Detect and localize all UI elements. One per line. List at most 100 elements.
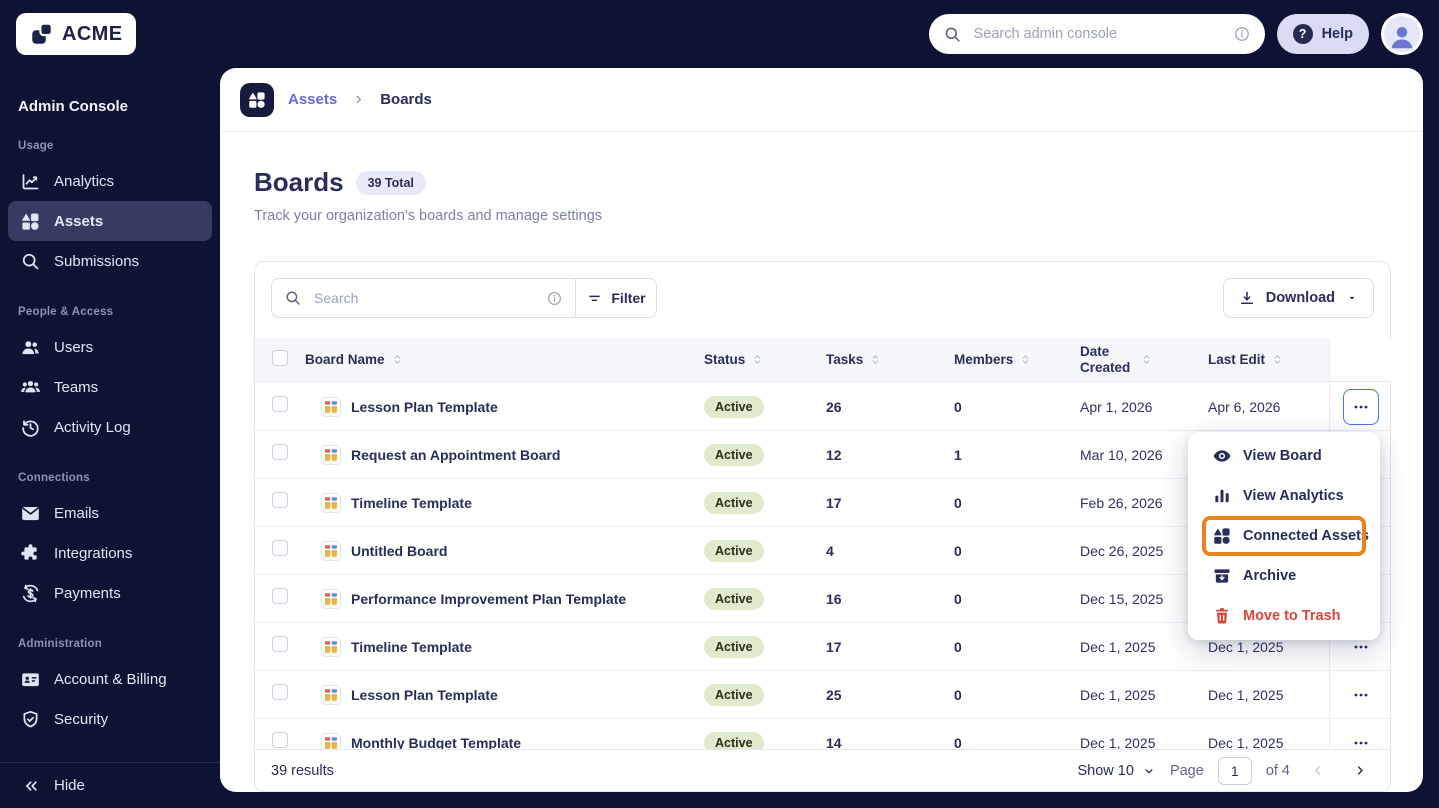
filter-label: Filter bbox=[611, 290, 646, 306]
sidebar-item-submissions[interactable]: Submissions bbox=[8, 241, 212, 281]
download-button[interactable]: Download bbox=[1222, 278, 1374, 318]
members-count: 1 bbox=[954, 446, 962, 463]
menu-item-move-to-trash[interactable]: Move to Trash bbox=[1188, 596, 1380, 636]
row-checkbox[interactable] bbox=[272, 540, 288, 556]
shield-icon bbox=[20, 709, 41, 730]
table-search-input[interactable] bbox=[312, 289, 536, 307]
previous-page-button[interactable] bbox=[1304, 757, 1332, 785]
users-icon bbox=[20, 337, 41, 358]
help-button[interactable]: ? Help bbox=[1276, 14, 1369, 54]
row-checkbox[interactable] bbox=[272, 588, 288, 604]
filter-button[interactable]: Filter bbox=[576, 279, 656, 317]
caret-down-icon bbox=[1345, 291, 1359, 305]
sidebar-item-label: Emails bbox=[54, 504, 100, 522]
tasks-count: 25 bbox=[826, 686, 842, 703]
row-checkbox[interactable] bbox=[272, 444, 288, 460]
board-name-link[interactable]: Request an Appointment Board bbox=[351, 447, 561, 463]
page-header: Boards 39 Total Track your organization'… bbox=[220, 132, 1423, 224]
menu-item-connected-assets[interactable]: Connected Assets bbox=[1188, 516, 1380, 556]
board-icon bbox=[321, 492, 341, 513]
sort-icon[interactable] bbox=[1271, 353, 1284, 366]
column-header-tasks: Tasks bbox=[826, 352, 954, 367]
row-checkbox[interactable] bbox=[272, 396, 288, 412]
menu-item-archive[interactable]: Archive bbox=[1188, 556, 1380, 596]
sidebar-item-label: Assets bbox=[54, 212, 104, 230]
sidebar-item-label: Security bbox=[54, 710, 109, 728]
breadcrumb-assets-link[interactable]: Assets bbox=[288, 91, 337, 108]
status-badge: Active bbox=[704, 491, 764, 514]
board-name-link[interactable]: Lesson Plan Template bbox=[351, 687, 498, 703]
acme-logo[interactable]: ACME bbox=[16, 13, 136, 55]
menu-item-label: Archive bbox=[1243, 568, 1297, 584]
date-created: Dec 1, 2025 bbox=[1080, 638, 1156, 655]
ellipsis-icon bbox=[1351, 397, 1371, 417]
board-name-link[interactable]: Untitled Board bbox=[351, 543, 447, 559]
eye-icon bbox=[1212, 446, 1232, 466]
sidebar-item-payments[interactable]: Payments bbox=[8, 573, 212, 613]
sidebar-item-users[interactable]: Users bbox=[8, 327, 212, 367]
sidebar-item-integrations[interactable]: Integrations bbox=[8, 533, 212, 573]
show-per-page-select[interactable]: Show 10 bbox=[1078, 763, 1156, 779]
row-checkbox[interactable] bbox=[272, 684, 288, 700]
tasks-count: 17 bbox=[826, 494, 842, 511]
page-title: Boards bbox=[254, 167, 344, 197]
actions-column-header bbox=[1329, 338, 1392, 381]
next-page-button[interactable] bbox=[1346, 757, 1374, 785]
admin-search[interactable] bbox=[928, 14, 1265, 54]
sidebar-item-security[interactable]: Security bbox=[8, 699, 212, 739]
sort-icon[interactable] bbox=[1140, 353, 1153, 366]
sort-icon[interactable] bbox=[751, 353, 764, 366]
sort-icon[interactable] bbox=[1019, 353, 1032, 366]
row-checkbox[interactable] bbox=[272, 492, 288, 508]
row-checkbox[interactable] bbox=[272, 732, 288, 748]
sidebar-hide-button[interactable]: Hide bbox=[0, 762, 220, 808]
table-search[interactable] bbox=[272, 279, 575, 317]
table-footer: 39 results Show 10 Page of 4 bbox=[255, 749, 1390, 791]
analytics-icon bbox=[20, 171, 41, 192]
sidebar-section-label: Usage bbox=[18, 140, 54, 152]
avatar[interactable] bbox=[1381, 13, 1423, 55]
sidebar-item-label: Integrations bbox=[54, 544, 133, 562]
help-label: Help bbox=[1321, 26, 1353, 42]
topbar: ACME ? Help bbox=[0, 0, 1439, 68]
person-icon bbox=[1384, 16, 1420, 52]
table-header: Board Name Status Tasks Members Date Created… bbox=[255, 338, 1392, 382]
column-header-status: Status bbox=[704, 352, 826, 367]
menu-item-label: Move to Trash bbox=[1243, 608, 1341, 624]
assets-icon bbox=[20, 211, 41, 232]
sidebar-item-assets[interactable]: Assets bbox=[8, 201, 212, 241]
members-count: 0 bbox=[954, 494, 962, 511]
status-badge: Active bbox=[704, 539, 764, 562]
history-icon bbox=[20, 417, 41, 438]
page-number-input[interactable] bbox=[1217, 756, 1252, 785]
row-actions-button[interactable] bbox=[1343, 677, 1379, 713]
payments-icon bbox=[20, 583, 41, 604]
board-name-link[interactable]: Lesson Plan Template bbox=[351, 399, 498, 415]
admin-search-input[interactable] bbox=[971, 25, 1223, 43]
sidebar-item-emails[interactable]: Emails bbox=[8, 493, 212, 533]
board-name-link[interactable]: Performance Improvement Plan Template bbox=[351, 591, 626, 607]
row-checkbox[interactable] bbox=[272, 636, 288, 652]
row-actions-button[interactable] bbox=[1343, 388, 1379, 425]
column-label: Date Created bbox=[1080, 343, 1131, 375]
sidebar-item-teams[interactable]: Teams bbox=[8, 367, 212, 407]
info-icon[interactable] bbox=[1233, 25, 1251, 43]
board-icon bbox=[321, 396, 341, 417]
board-name-link[interactable]: Timeline Template bbox=[351, 495, 472, 511]
hide-label: Hide bbox=[54, 777, 85, 794]
assets-icon bbox=[1212, 526, 1232, 546]
sidebar-item-analytics[interactable]: Analytics bbox=[8, 161, 212, 201]
menu-item-view-analytics[interactable]: View Analytics bbox=[1188, 476, 1380, 516]
sidebar-item-account-billing[interactable]: Account & Billing bbox=[8, 659, 212, 699]
sidebar-item-label: Teams bbox=[54, 378, 99, 396]
sort-icon[interactable] bbox=[869, 353, 882, 366]
members-count: 0 bbox=[954, 638, 962, 655]
tasks-count: 16 bbox=[826, 590, 842, 607]
board-name-link[interactable]: Timeline Template bbox=[351, 639, 472, 655]
sort-icon[interactable] bbox=[391, 353, 404, 366]
select-all-checkbox[interactable] bbox=[272, 350, 288, 366]
menu-item-view-board[interactable]: View Board bbox=[1188, 436, 1380, 476]
breadcrumb: Assets Boards bbox=[220, 68, 1423, 132]
info-icon[interactable] bbox=[546, 290, 563, 307]
sidebar-item-activity-log[interactable]: Activity Log bbox=[8, 407, 212, 447]
